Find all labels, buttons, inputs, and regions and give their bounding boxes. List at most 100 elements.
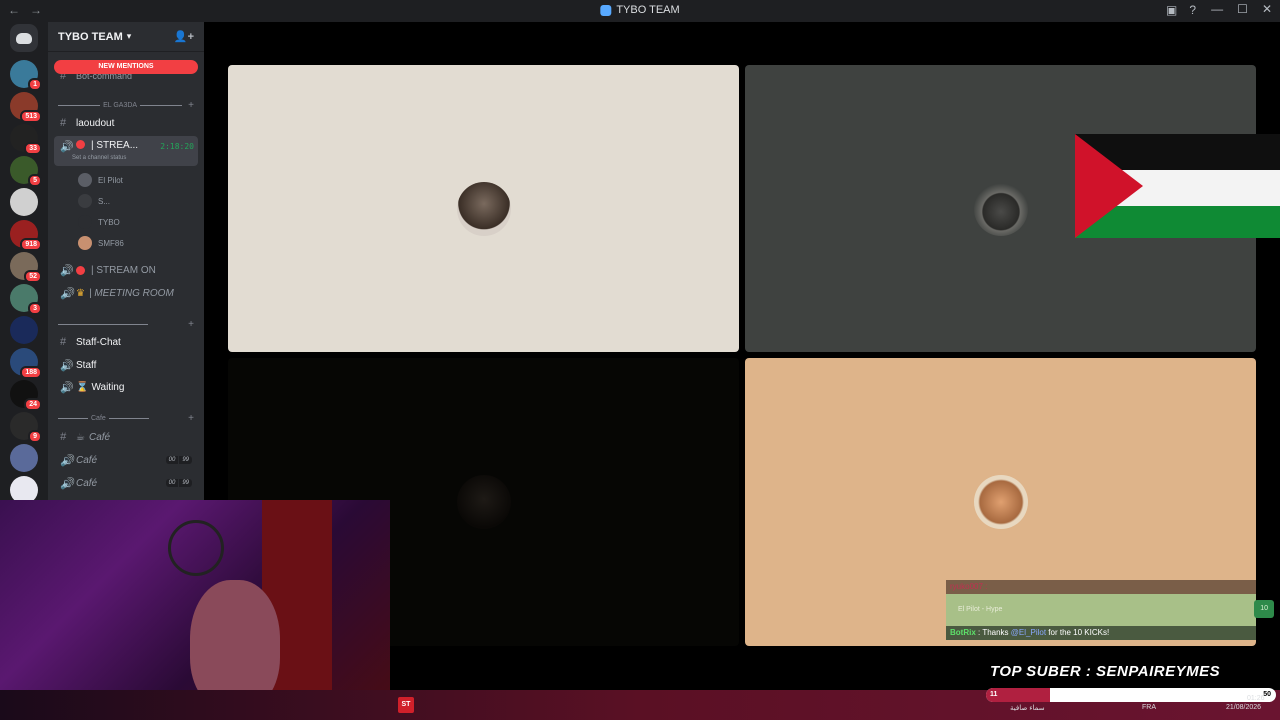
voice-user[interactable]: S... — [78, 192, 110, 210]
webcam-feed — [0, 500, 390, 720]
avatar — [78, 215, 92, 229]
maximize-button[interactable]: ☐ — [1237, 2, 1248, 16]
taskbar-app-icon[interactable]: ST — [398, 697, 414, 713]
avatar — [973, 475, 1028, 529]
category-divider: + — [58, 318, 194, 330]
category-el-ga3da[interactable]: EL GA3DA + — [58, 99, 194, 111]
server-11-icon[interactable]: 24 — [10, 380, 42, 411]
coffee-icon: ☕ — [76, 431, 85, 443]
forward-icon[interactable]: → — [30, 3, 42, 17]
channel-cafe-text[interactable]: # ☕ Café — [54, 427, 198, 447]
speaker-icon: 🔊 — [60, 454, 74, 467]
voice-user[interactable]: TYBO — [78, 213, 120, 231]
server-5-icon[interactable] — [10, 188, 38, 216]
add-channel-icon[interactable]: + — [188, 100, 194, 111]
server-7-icon[interactable]: 52 — [10, 252, 42, 283]
mention-badge: 513 — [20, 110, 42, 123]
server-12-icon[interactable]: 9 — [10, 412, 42, 443]
user-limit: 00 99 — [165, 456, 192, 464]
discord-home-icon[interactable] — [10, 24, 38, 52]
category-cafe[interactable]: Cafe + — [58, 412, 194, 424]
channel-label: Staff-Chat — [76, 336, 121, 348]
server-10-icon[interactable]: 188 — [10, 348, 42, 379]
crown-icon: ♛ — [76, 287, 85, 299]
mention-badge: 188 — [20, 366, 42, 379]
server-name: TYBO TEAM — [58, 30, 123, 43]
server-4-icon[interactable]: 5 — [10, 156, 42, 187]
palestine-flag-overlay — [1075, 134, 1280, 238]
speaker-icon: 🔊 — [60, 381, 74, 394]
chat-overlay: ryuko007 : El Pilot - Hype 10 BotRix : T… — [946, 580, 1274, 648]
clock-time: 01:26 — [1247, 695, 1265, 702]
voice-channel-waiting[interactable]: 🔊 ⌛ Waiting — [54, 377, 198, 397]
participant-tile-1[interactable] — [228, 65, 739, 352]
weather-text: سماء صافية — [1010, 705, 1045, 712]
server-3-icon[interactable]: 33 — [10, 124, 42, 155]
language-indicator[interactable]: FRA — [1142, 704, 1156, 711]
mention-badge: 33 — [24, 142, 42, 155]
top-suber-banner: TOP SUBER : SENPAIREYMES — [990, 663, 1221, 680]
avatar — [78, 173, 92, 187]
channel-label: | STREAM ON — [91, 264, 156, 276]
voice-channel-stream-active[interactable]: 🔊 | STREA... 2:18:20 Set a channel statu… — [54, 136, 198, 166]
close-button[interactable]: ✕ — [1262, 2, 1272, 16]
add-user-icon[interactable]: 👤+ — [174, 30, 194, 43]
new-mentions-banner[interactable]: NEW MENTIONS — [54, 60, 198, 74]
avatar — [456, 475, 511, 529]
inbox-icon[interactable]: ▣ — [1166, 3, 1177, 17]
nav-buttons: ← → — [8, 3, 42, 17]
server-13-icon[interactable] — [10, 444, 38, 472]
hash-icon: # — [60, 336, 67, 348]
voice-channel-staff[interactable]: 🔊 Staff — [54, 355, 198, 375]
avatar — [78, 236, 92, 250]
channel-laoudout[interactable]: # laoudout — [54, 113, 198, 133]
clock-date: 21/08/2026 — [1226, 704, 1262, 711]
voice-channel-cafe-2[interactable]: 🔊 Café 00 99 — [54, 473, 198, 493]
mention-badge: 52 — [24, 270, 42, 283]
voice-channel-meeting-room[interactable]: 🔊 ♛ | MEETING ROOM — [54, 283, 198, 303]
avatar — [973, 181, 1028, 236]
kick-count: 10 — [1254, 600, 1274, 618]
server-6-icon[interactable]: 918 — [10, 220, 42, 251]
avatar — [456, 181, 511, 236]
mention-badge: 3 — [28, 302, 42, 315]
voice-user-name: TYBO — [98, 217, 120, 227]
channel-label: Café — [76, 477, 98, 489]
window-controls: — ☐ ✕ — [1211, 2, 1272, 16]
subscriber-goal-bar: 11 THIS MONTH SUBSCRIBERS 50 — [986, 688, 1276, 702]
back-icon[interactable]: ← — [8, 3, 20, 17]
add-channel-icon[interactable]: + — [188, 319, 194, 330]
chat-message-1: ryuko007 : — [946, 580, 1256, 594]
chat-message-3: BotRix : Thanks @El_Pilot for the 10 KIC… — [946, 626, 1256, 640]
window-title-text: TYBO TEAM — [616, 4, 680, 16]
avatar — [78, 194, 92, 208]
help-icon[interactable]: ? — [1189, 3, 1196, 17]
wall-clock — [168, 520, 224, 576]
mention-badge: 918 — [20, 238, 42, 251]
channel-label: | STREA... — [91, 140, 139, 151]
channel-label: Staff — [76, 359, 97, 371]
chat-message-2: El Pilot - Hype 10 — [946, 594, 1274, 626]
stream-timer: 2:18:20 — [160, 142, 194, 151]
channel-status[interactable]: Set a channel status — [72, 155, 126, 161]
title-tools: ▣ ? — [1166, 3, 1196, 17]
channel-staff-chat[interactable]: # Staff-Chat — [54, 332, 198, 352]
channel-label: | MEETING ROOM — [88, 287, 174, 299]
add-channel-icon[interactable]: + — [188, 413, 194, 424]
channel-label: Café — [76, 454, 98, 466]
channel-label: laoudout — [76, 117, 115, 129]
server-header[interactable]: TYBO TEAM ▾ 👤+ — [48, 22, 204, 52]
speaker-icon: 🔊 — [60, 264, 74, 277]
server-8-icon[interactable]: 3 — [10, 284, 42, 315]
server-1-icon[interactable]: 1 — [10, 60, 42, 91]
server-9-icon[interactable] — [10, 316, 38, 344]
server-2-icon[interactable]: 513 — [10, 92, 42, 123]
voice-channel-cafe-1[interactable]: 🔊 Café 00 99 — [54, 450, 198, 470]
speaker-icon: 🔊 — [60, 141, 74, 153]
voice-user[interactable]: SMF86 — [78, 234, 124, 252]
speaker-icon: 🔊 — [60, 287, 74, 300]
minimize-button[interactable]: — — [1211, 2, 1223, 16]
hash-icon: # — [60, 117, 67, 129]
voice-user[interactable]: El Pilot — [78, 171, 123, 189]
voice-channel-stream-on[interactable]: 🔊 | STREAM ON — [54, 260, 198, 280]
